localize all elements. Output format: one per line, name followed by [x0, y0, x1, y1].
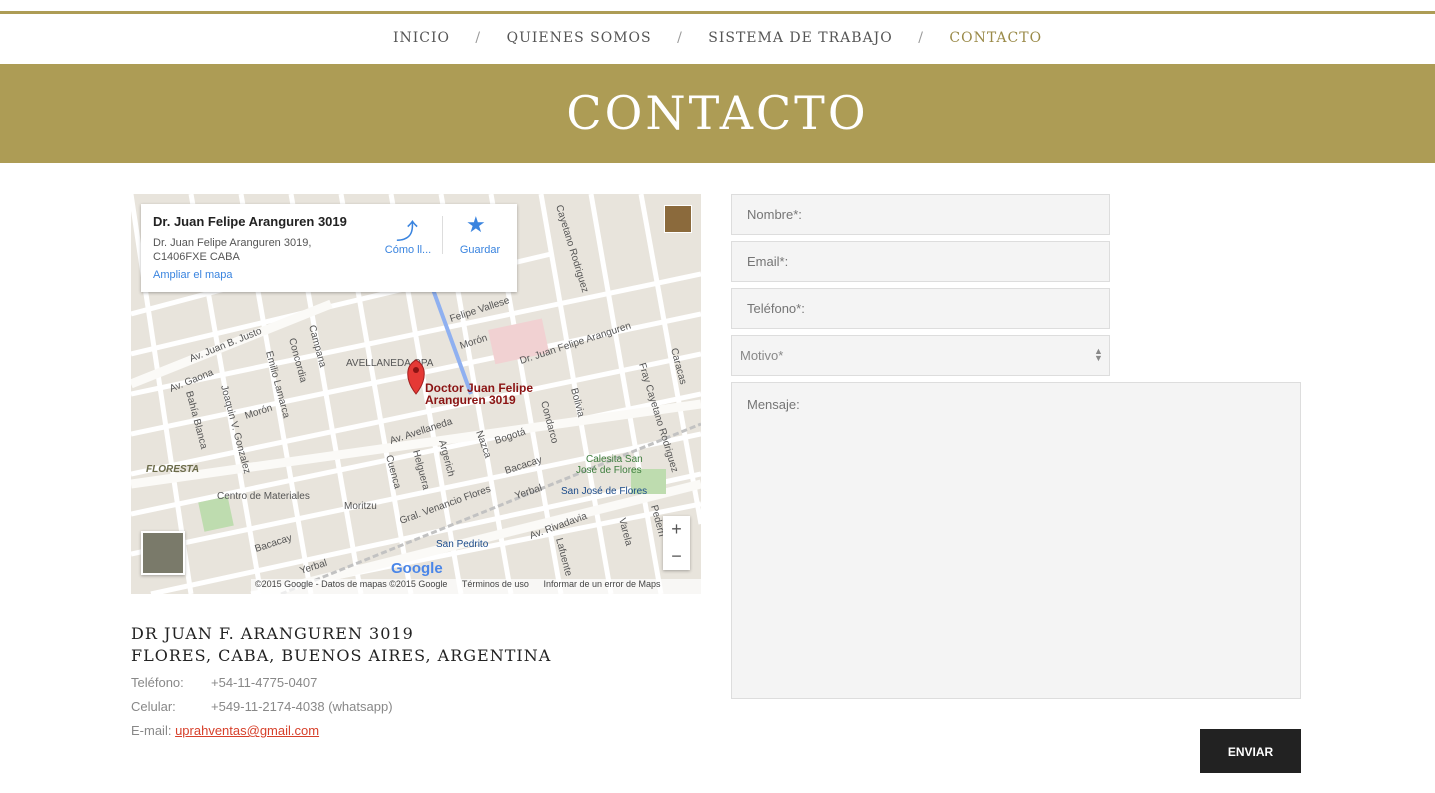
address-block: DR JUAN F. ARANGUREN 3019 FLORES, CABA, … [131, 623, 551, 667]
google-logo[interactable]: Google [391, 560, 443, 577]
map-marker-label-2: Aranguren 3019 [425, 393, 516, 407]
phone-label: Teléfono: [131, 675, 184, 690]
nav-item-inicio[interactable]: INICIO [393, 30, 450, 46]
map-info-card: Dr. Juan Felipe Aranguren 3019 Dr. Juan … [141, 204, 517, 292]
page-title: CONTACTO [566, 86, 869, 140]
name-field[interactable] [731, 194, 1110, 235]
mobile-row: Celular: +549-11-2174-4038 (whatsapp) [131, 699, 393, 714]
map-place-san-pedrito: San Pedrito [436, 539, 489, 550]
map-card-address-line-2: C1406FXE CABA [153, 251, 240, 263]
map-place-calesita-1: Calesita San [586, 454, 643, 465]
map-report-link[interactable]: Informar de un error de Maps [543, 579, 660, 589]
message-field[interactable] [731, 382, 1301, 699]
google-map[interactable]: AVELLANEDA OPA FLORESTA Centro de Materi… [131, 194, 701, 594]
map-place-san-jose-de-flores: San José de Flores [561, 486, 647, 497]
zoom-controls: + − [663, 516, 690, 570]
map-card-title: Dr. Juan Felipe Aranguren 3019 [153, 214, 347, 229]
phone-field[interactable] [731, 288, 1110, 329]
nav-separator: / [475, 30, 482, 46]
zoom-out-button[interactable]: − [663, 543, 690, 570]
nav-item-contacto[interactable]: CONTACTO [949, 30, 1042, 46]
reason-select[interactable]: Motivo* [731, 335, 1110, 376]
nav-separator: / [677, 30, 683, 46]
map-place-moritzu: Moritzu [344, 501, 377, 512]
satellite-toggle-icon[interactable] [141, 531, 185, 575]
email-link[interactable]: uprahventas@gmail.com [175, 723, 319, 738]
mobile-value: +549-11-2174-4038 (whatsapp) [211, 699, 393, 714]
map-save-button[interactable]: Guardar [455, 244, 505, 256]
map-card-address-line-1: Dr. Juan Felipe Aranguren 3019, [153, 237, 312, 249]
email-row: E-mail: uprahventas@gmail.com [131, 723, 319, 738]
map-credits: ©2015 Google - Datos de mapas ©2015 Goog… [251, 579, 701, 594]
main-nav: INICIO / QUIENES SOMOS / SISTEMA DE TRAB… [0, 30, 1435, 46]
nav-item-quienes-somos[interactable]: QUIENES SOMOS [507, 30, 652, 46]
map-card-address: Dr. Juan Felipe Aranguren 3019, C1406FXE… [153, 236, 343, 264]
nav-separator: / [918, 30, 924, 46]
map-enlarge-link[interactable]: Ampliar el mapa [153, 269, 232, 281]
map-place-floresta: FLORESTA [146, 464, 199, 475]
email-label: E-mail: [131, 723, 172, 738]
top-accent-line [0, 11, 1435, 14]
user-avatar-icon[interactable] [664, 205, 692, 233]
star-icon[interactable]: ★ [466, 212, 486, 238]
map-place-centro-materiales: Centro de Materiales [217, 491, 310, 502]
phone-row: Teléfono: +54-11-4775-0407 [131, 675, 317, 690]
submit-button[interactable]: ENVIAR [1200, 729, 1301, 773]
mobile-label: Celular: [131, 699, 176, 714]
map-card-divider [442, 216, 443, 254]
page-banner: CONTACTO [0, 64, 1435, 163]
address-line-2: FLORES, CABA, BUENOS AIRES, ARGENTINA [131, 646, 552, 665]
select-arrows-icon: ▲ ▼ [1094, 346, 1103, 363]
map-place-calesita-2: José de Flores [576, 465, 642, 476]
email-field[interactable] [731, 241, 1110, 282]
map-terms-link[interactable]: Términos de uso [462, 579, 529, 589]
map-directions-button[interactable]: Cómo ll... [381, 244, 435, 256]
address-line-1: DR JUAN F. ARANGUREN 3019 [131, 624, 414, 643]
map-copyright: ©2015 Google - Datos de mapas ©2015 Goog… [255, 579, 448, 589]
phone-value: +54-11-4775-0407 [211, 675, 318, 690]
nav-item-sistema-de-trabajo[interactable]: SISTEMA DE TRABAJO [708, 30, 893, 46]
directions-icon[interactable]: ⤴ [396, 214, 418, 246]
zoom-in-button[interactable]: + [663, 516, 690, 543]
